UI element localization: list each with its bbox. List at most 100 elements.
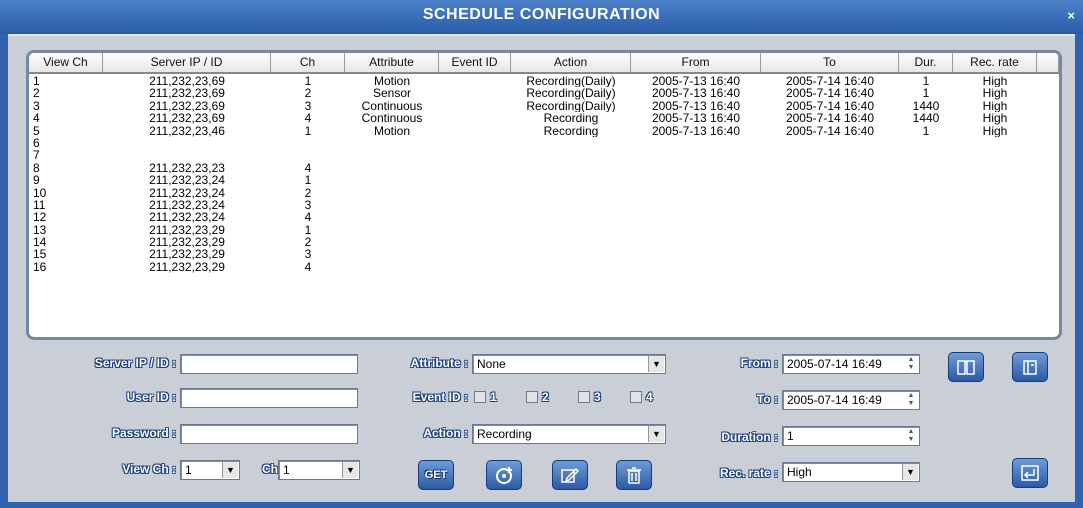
table-row[interactable]: 11 211,232,23,24 3 (29, 199, 1059, 211)
cell-ch: 1 (304, 174, 312, 187)
cell-server-ip: 211,232,23,24 (149, 174, 225, 187)
table-row[interactable]: 3 211,232,23,69 3 Continuous Recording(Daily… (29, 100, 1059, 112)
window-title: SCHEDULE CONFIGURATION (422, 6, 661, 23)
edit-button[interactable] (552, 460, 588, 490)
cell-rec-rate: High (982, 99, 1008, 113)
table-row[interactable]: 7 (29, 149, 1059, 161)
event-id-checkbox-3[interactable] (578, 391, 590, 403)
event-id-4-label: 4 (646, 390, 653, 404)
apply-button[interactable] (1012, 458, 1048, 488)
add-disc-icon (496, 467, 512, 484)
cell-ch: 2 (304, 236, 312, 249)
cell-server-ip: 211,232,23,23 (149, 161, 225, 175)
action-select[interactable]: Recording ▼ (472, 424, 666, 444)
chevron-down-icon[interactable]: ▼ (902, 464, 918, 480)
server-ip-label: Server IP / ID : (94, 356, 176, 370)
chevron-down-icon[interactable]: ▼ (648, 356, 664, 372)
attribute-label: Attribute : (410, 356, 468, 370)
col-rec-rate[interactable]: Rec. rate (953, 53, 1037, 73)
cell-event-id (439, 162, 511, 174)
cell-action: Recording (543, 112, 599, 125)
cell-view-ch: 2 (33, 87, 40, 100)
cell-dur (899, 199, 953, 211)
cell-rec-rate: High (982, 124, 1008, 137)
cell-view-ch: 11 (33, 198, 46, 212)
chevron-down-icon[interactable]: ▼ (222, 462, 238, 478)
cell-dur (899, 248, 953, 260)
event-id-checkbox-2[interactable] (526, 391, 538, 403)
table-row[interactable]: 5 211,232,23,46 1 Motion Recording 2005-7-13 … (29, 125, 1059, 137)
spin-arrows-icon[interactable]: ▲ ▼ (904, 356, 918, 372)
event-id-checkbox-1[interactable] (474, 391, 486, 403)
spin-arrows-icon[interactable]: ▲ ▼ (904, 392, 918, 408)
col-dur[interactable]: Dur. (899, 53, 953, 73)
attribute-select[interactable]: None ▼ (472, 354, 666, 374)
cell-ch: 1 (304, 75, 312, 88)
duration-input[interactable]: 1 ▲ ▼ (782, 426, 920, 446)
open-schedule-button[interactable] (948, 352, 984, 382)
col-attribute[interactable]: Attribute (345, 53, 439, 73)
cell-from (631, 199, 761, 211)
table-row[interactable]: 9 211,232,23,24 1 (29, 174, 1059, 186)
user-id-input[interactable] (180, 388, 358, 408)
delete-button[interactable] (616, 460, 652, 490)
table-row[interactable]: 15 211,232,23,29 3 (29, 248, 1059, 260)
col-action[interactable]: Action (511, 53, 631, 73)
table-row[interactable]: 4 211,232,23,69 4 Continuous Recording 2005-7… (29, 112, 1059, 124)
list-header: View Ch Server IP / ID Ch Attribute Even… (29, 53, 1059, 74)
cell-event-id (439, 261, 511, 273)
from-input[interactable]: 2005-07-14 16:49 ▲ ▼ (782, 354, 920, 374)
col-filler (1037, 53, 1059, 73)
cell-server-ip (103, 137, 271, 149)
ch-label: Ch (262, 462, 278, 476)
from-label: From : (740, 356, 778, 370)
chevron-down-icon[interactable]: ▼ (648, 426, 664, 442)
get-button-label: GET (424, 469, 448, 481)
cell-ch: 2 (304, 186, 312, 199)
table-row[interactable]: 13 211,232,23,29 1 (29, 224, 1059, 236)
rec-rate-select[interactable]: High ▼ (782, 462, 920, 482)
event-id-checkbox-4[interactable] (630, 391, 642, 403)
table-row[interactable]: 12 211,232,23,24 4 (29, 211, 1059, 223)
cell-ch: 3 (304, 99, 312, 113)
trash-icon (627, 467, 641, 484)
table-row[interactable]: 14 211,232,23,29 2 (29, 236, 1059, 248)
table-row[interactable]: 8 211,232,23,23 4 (29, 162, 1059, 174)
cell-ch: 3 (304, 248, 312, 261)
table-row[interactable]: 1 211,232,23,69 1 Motion Recording(Daily) 200… (29, 75, 1059, 87)
table-row[interactable]: 6 (29, 137, 1059, 149)
server-ip-input[interactable] (180, 354, 358, 374)
col-to[interactable]: To (761, 53, 899, 73)
col-event-id[interactable]: Event ID (439, 53, 511, 73)
cell-action (511, 137, 631, 149)
cell-from: 2005-7-13 16:40 (651, 99, 741, 113)
col-ch[interactable]: Ch (271, 53, 345, 73)
col-server-ip[interactable]: Server IP / ID (103, 53, 271, 73)
chevron-down-icon[interactable]: ▼ (342, 462, 358, 478)
cell-rec-rate: High (982, 75, 1008, 88)
view-ch-select[interactable]: 1 ▼ (180, 460, 240, 480)
table-row[interactable]: 2 211,232,23,69 2 Sensor Recording(Daily) 200… (29, 87, 1059, 99)
schedule-list[interactable]: View Ch Server IP / ID Ch Attribute Even… (26, 50, 1062, 340)
table-row[interactable]: 16 211,232,23,29 4 (29, 261, 1059, 273)
to-input[interactable]: 2005-07-14 16:49 ▲ ▼ (782, 390, 920, 410)
col-view-ch[interactable]: View Ch (29, 53, 103, 73)
cell-to: 2005-7-14 16:40 (785, 87, 875, 100)
cell-to (761, 187, 899, 199)
save-schedule-button[interactable] (1012, 352, 1048, 382)
cell-ch: 2 (304, 87, 312, 100)
cell-attribute (345, 149, 439, 161)
password-input[interactable] (180, 424, 358, 444)
cell-view-ch: 8 (33, 161, 40, 175)
cell-attribute: Continuous (361, 99, 423, 113)
spin-arrows-icon[interactable]: ▲ ▼ (904, 428, 918, 444)
to-value: 2005-07-14 16:49 (787, 393, 882, 407)
ch-select[interactable]: 1 ▼ (278, 460, 360, 480)
add-button[interactable] (486, 460, 522, 490)
close-icon[interactable]: × (1067, 8, 1075, 23)
get-button[interactable]: GET (418, 460, 454, 490)
table-row[interactable]: 10 211,232,23,24 2 (29, 187, 1059, 199)
cell-action (511, 162, 631, 174)
cell-view-ch: 5 (33, 124, 40, 137)
col-from[interactable]: From (631, 53, 761, 73)
